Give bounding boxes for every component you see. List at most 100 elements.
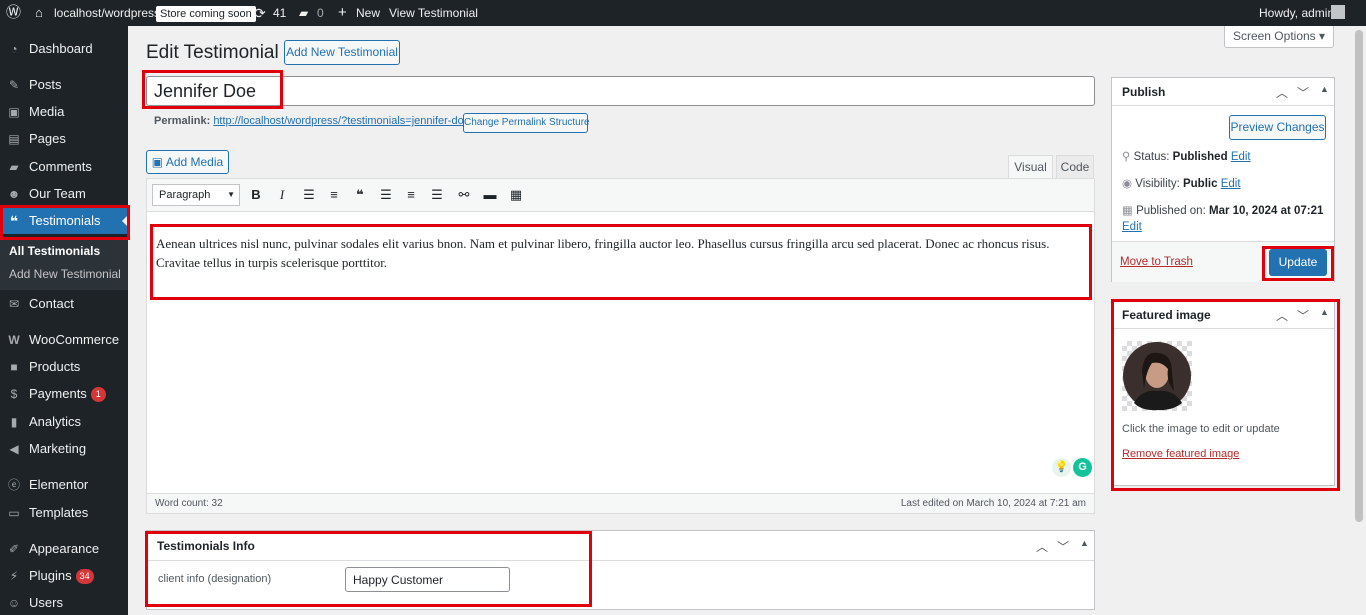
numbered-list-icon[interactable]: ≡ — [326, 187, 342, 203]
updates-icon[interactable]: ⟳ — [254, 0, 266, 26]
sidebar-item-media[interactable]: ▣ Media — [0, 99, 128, 125]
published-on-edit-link[interactable]: Edit — [1122, 221, 1142, 233]
current-indicator-icon — [122, 215, 128, 227]
permalink-link[interactable]: http://localhost/wordpress/?testimonials… — [213, 115, 470, 127]
comments-count[interactable]: 0 — [317, 0, 324, 26]
dropdown-arrow-icon: ▼ — [227, 190, 235, 199]
pages-icon: ▤ — [8, 132, 20, 146]
sidebar-item-marketing[interactable]: ◀ Marketing — [0, 436, 128, 462]
remove-featured-image-link[interactable]: Remove featured image — [1122, 448, 1239, 460]
sidebar-item-testimonials[interactable]: ❝ Testimonials — [0, 208, 128, 234]
sidebar-item-our-team[interactable]: ☻ Our Team — [0, 181, 128, 207]
format-select[interactable]: Paragraph ▼ — [152, 184, 240, 206]
wordpress-logo-icon[interactable]: Ⓦ — [6, 0, 21, 26]
tab-code[interactable]: Code — [1056, 155, 1094, 179]
admin-bar: Ⓦ ⌂ localhost/wordpress Store coming soo… — [0, 0, 1366, 26]
sidebar-item-pages[interactable]: ▤ Pages — [0, 126, 128, 152]
quote-icon: ❝ — [9, 213, 19, 229]
home-icon[interactable]: ⌂ — [35, 0, 43, 26]
read-more-icon[interactable]: ▬ — [482, 187, 498, 203]
sidebar-item-plugins[interactable]: ⚡ Plugins 34 — [0, 563, 128, 589]
sidebar-item-posts[interactable]: ✎ Posts — [0, 72, 128, 98]
permalink-label: Permalink: — [154, 115, 211, 127]
store-status-badge[interactable]: Store coming soon — [156, 0, 256, 26]
add-new-testimonial-button[interactable]: Add New Testimonial — [284, 40, 400, 65]
toolbar-toggle-icon[interactable]: ▦ — [508, 187, 524, 203]
sidebar-item-users[interactable]: ☺ Users — [0, 590, 128, 615]
move-down-icon[interactable]: ﹀ — [1297, 307, 1309, 324]
align-center-icon[interactable]: ≡ — [403, 187, 419, 203]
move-down-icon[interactable]: ﹀ — [1057, 538, 1069, 555]
status-edit-link[interactable]: Edit — [1231, 151, 1251, 163]
howdy-user-link[interactable]: Howdy, admin — [1259, 0, 1334, 26]
word-count: Word count: 32 — [155, 498, 223, 509]
move-up-icon[interactable]: ︿ — [1036, 538, 1048, 555]
change-permalink-button[interactable]: Change Permalink Structure — [463, 113, 590, 133]
move-to-trash-link[interactable]: Move to Trash — [1120, 256, 1193, 268]
sidebar-item-contact[interactable]: ✉ Contact — [0, 291, 128, 317]
move-down-icon[interactable]: ﹀ — [1297, 84, 1309, 101]
dashboard-icon: ◔ — [10, 42, 18, 56]
post-title-input[interactable]: Jennifer Doe — [146, 76, 1095, 106]
view-testimonial-link[interactable]: View Testimonial — [389, 0, 478, 26]
new-content-link[interactable]: New — [356, 0, 380, 26]
payments-icon: $ — [10, 387, 18, 401]
visibility-edit-link[interactable]: Edit — [1221, 178, 1241, 190]
align-left-icon[interactable]: ☰ — [378, 187, 394, 203]
visibility-row: ◉ Visibility: Public Edit — [1122, 178, 1241, 190]
bullet-list-icon[interactable]: ☰ — [301, 187, 317, 203]
plug-icon: ⚡ — [9, 569, 19, 583]
site-name-link[interactable]: localhost/wordpress — [54, 0, 160, 26]
comments-icon[interactable]: ▰ — [299, 0, 308, 26]
plus-icon[interactable]: + — [338, 0, 347, 26]
sidebar-item-payments[interactable]: $ Payments 1 — [0, 381, 128, 407]
sidebar-item-elementor[interactable]: ⓔ Elementor — [0, 472, 128, 498]
page-scrollbar[interactable] — [1352, 26, 1366, 615]
preview-changes-button[interactable]: Preview Changes — [1229, 115, 1326, 140]
blockquote-icon[interactable]: ❝ — [352, 187, 368, 203]
screen-options-button[interactable]: Screen Options ▾ — [1224, 26, 1334, 48]
sidebar-item-woocommerce[interactable]: W WooCommerce — [0, 327, 128, 353]
client-info-input[interactable]: Happy Customer — [345, 567, 510, 592]
plugins-count-badge: 34 — [75, 569, 94, 585]
bold-icon[interactable]: B — [248, 187, 264, 203]
collapse-toggle-icon[interactable]: ▲ — [1320, 307, 1329, 317]
featured-image-thumbnail[interactable] — [1122, 341, 1192, 411]
sidebar-item-dashboard[interactable]: ◔ Dashboard — [0, 36, 128, 62]
pin-icon: ✎ — [8, 78, 20, 92]
sidebar-item-comments[interactable]: ▰ Comments — [0, 154, 128, 180]
italic-icon[interactable]: I — [274, 187, 290, 203]
user-icon: ☺ — [7, 596, 21, 610]
testimonials-info-title: Testimonials Info — [157, 539, 255, 553]
sidebar-item-appearance[interactable]: ✐ Appearance — [0, 536, 128, 562]
lightbulb-icon[interactable]: 💡 — [1052, 458, 1071, 477]
elementor-icon: ⓔ — [7, 478, 20, 492]
featured-image-panel: Featured image ︿ ﹀ ▲ Click the image to … — [1111, 300, 1335, 486]
featured-image-hint: Click the image to edit or update — [1122, 423, 1280, 435]
editor-content[interactable]: Aenean ultrices nisl nunc, pulvinar soda… — [156, 234, 1088, 272]
last-edited: Last edited on March 10, 2024 at 7:21 am — [900, 498, 1086, 509]
update-button[interactable]: Update — [1269, 249, 1327, 276]
move-up-icon[interactable]: ︿ — [1276, 307, 1288, 324]
add-media-button[interactable]: ▣ Add Media — [146, 150, 229, 174]
sidebar-item-products[interactable]: ■ Products — [0, 354, 128, 380]
submenu-all-testimonials[interactable]: All Testimonials — [9, 244, 100, 258]
collapse-toggle-icon[interactable]: ▲ — [1320, 84, 1329, 94]
link-icon[interactable]: ⚯ — [456, 187, 472, 203]
status-row: ⚲ Status: Published Edit — [1122, 151, 1251, 163]
avatar[interactable] — [1331, 5, 1345, 19]
tab-visual[interactable]: Visual — [1008, 155, 1053, 179]
comments-icon: ▰ — [9, 160, 19, 174]
bar-chart-icon: ▮ — [10, 415, 18, 429]
collapse-toggle-icon[interactable]: ▲ — [1080, 538, 1089, 548]
move-up-icon[interactable]: ︿ — [1276, 84, 1288, 101]
submenu-add-new-testimonial[interactable]: Add New Testimonial — [9, 267, 121, 281]
publish-header: Publish ︿ ﹀ ▲ — [1112, 78, 1334, 106]
updates-count[interactable]: 41 — [273, 0, 286, 26]
grammarly-icon[interactable]: G — [1073, 458, 1092, 477]
scrollbar-thumb[interactable] — [1355, 30, 1363, 522]
sidebar-item-analytics[interactable]: ▮ Analytics — [0, 409, 128, 435]
sidebar-item-templates[interactable]: ▭ Templates — [0, 500, 128, 526]
align-right-icon[interactable]: ☰ — [429, 187, 445, 203]
page-title: Edit Testimonial — [146, 42, 279, 63]
